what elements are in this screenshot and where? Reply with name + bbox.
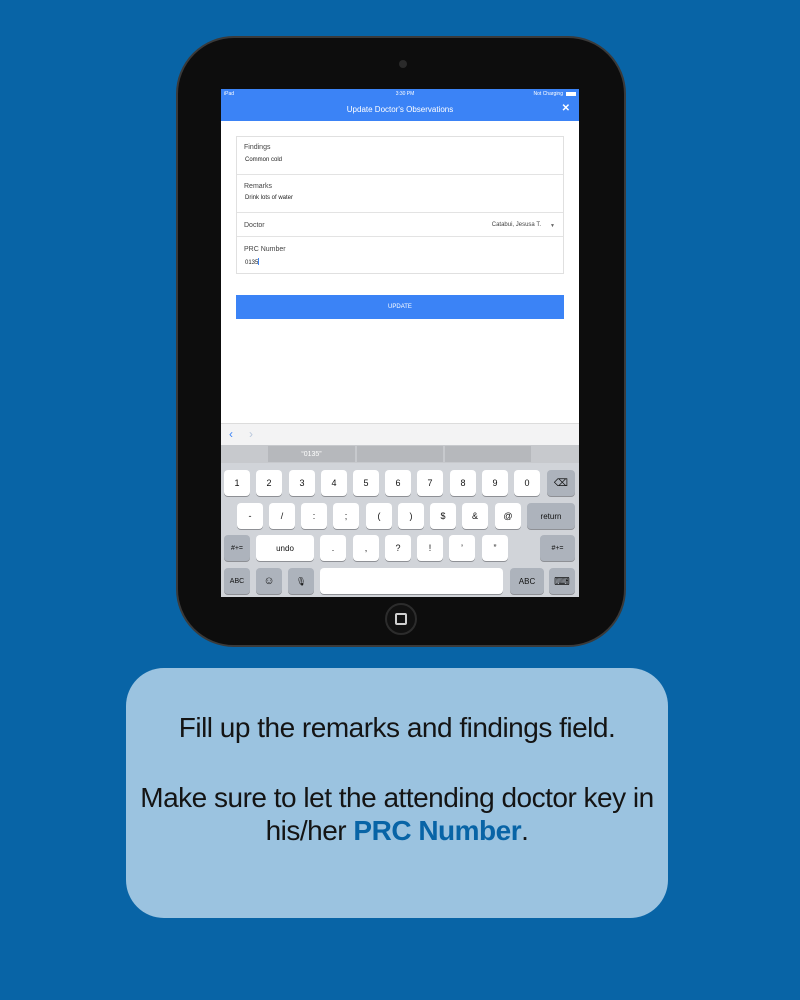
key-ampersand[interactable]: & — [462, 503, 488, 529]
key-9[interactable]: 9 — [482, 470, 508, 496]
status-bar: iPad 3:30 PM Not Charging — [221, 89, 579, 98]
prc-number-label: PRC Number — [244, 246, 286, 253]
suggestion-2[interactable] — [357, 446, 443, 462]
space-bar[interactable] — [320, 568, 503, 594]
key-question[interactable]: ? — [385, 535, 411, 561]
key-period[interactable]: . — [320, 535, 346, 561]
doctor-label: Doctor — [244, 222, 265, 229]
observations-form: Findings Common cold Remarks Drink lots … — [236, 136, 564, 274]
remarks-field[interactable]: Remarks Drink lots of water — [237, 175, 563, 213]
charging-status: Not Charging — [533, 90, 563, 97]
key-1[interactable]: 1 — [224, 470, 250, 496]
key-at[interactable]: @ — [495, 503, 521, 529]
page-title: Update Doctor's Observations — [346, 105, 454, 114]
key-slash[interactable]: / — [269, 503, 295, 529]
instruction-line-1: Fill up the remarks and findings field. — [178, 712, 616, 743]
previous-field-icon[interactable]: ‹ — [229, 427, 233, 441]
keyboard-nav-bar: ‹ › — [221, 423, 579, 445]
text-cursor — [258, 258, 260, 265]
close-icon[interactable]: ✕ — [562, 103, 570, 114]
key-dash[interactable]: - — [237, 503, 263, 529]
chevron-down-icon[interactable]: ▼ — [550, 223, 555, 229]
suggestion-bar: “0135” — [221, 445, 579, 463]
abc-button-right[interactable]: ABC — [510, 568, 544, 594]
abc-button-left[interactable]: ABC — [224, 568, 250, 594]
home-button[interactable] — [385, 603, 417, 635]
microphone-icon[interactable]: 🎙 — [288, 568, 314, 594]
instruction-line-2: Make sure to let the attending doctor ke… — [140, 782, 654, 813]
battery-icon — [566, 91, 576, 96]
camera-icon — [399, 60, 407, 68]
suggestion-1[interactable]: “0135” — [268, 446, 355, 462]
key-3[interactable]: 3 — [289, 470, 315, 496]
app-screen: iPad 3:30 PM Not Charging Update Doctor'… — [221, 89, 579, 597]
key-open-paren[interactable]: ( — [366, 503, 392, 529]
update-button[interactable]: UPDATE — [236, 295, 564, 319]
return-button[interactable]: return — [527, 503, 575, 529]
home-square-icon — [395, 613, 407, 625]
status-time: 3:30 PM — [395, 90, 415, 97]
device-label: iPad — [224, 90, 235, 97]
remarks-label: Remarks — [244, 183, 273, 190]
key-colon[interactable]: : — [301, 503, 327, 529]
instruction-line-3: his/her PRC Number. — [265, 815, 529, 846]
key-quote[interactable]: ” — [482, 535, 508, 561]
key-0[interactable]: 0 — [514, 470, 540, 496]
suggestion-3[interactable] — [445, 446, 531, 462]
key-semicolon[interactable]: ; — [333, 503, 359, 529]
key-exclamation[interactable]: ! — [417, 535, 443, 561]
instruction-card: Fill up the remarks and findings field. … — [126, 668, 668, 918]
key-close-paren[interactable]: ) — [398, 503, 424, 529]
findings-field[interactable]: Findings Common cold — [237, 137, 563, 175]
nav-bar: Update Doctor's Observations ✕ — [221, 98, 579, 121]
doctor-value[interactable]: Catabui, Jesusa T. — [492, 222, 541, 228]
prc-number-field[interactable]: PRC Number 0135 — [237, 237, 563, 274]
key-apostrophe[interactable]: ’ — [449, 535, 475, 561]
findings-label: Findings — [244, 144, 271, 151]
hide-keyboard-icon[interactable]: ⌨ — [549, 568, 575, 594]
keyboard: ‹ › “0135” 1 2 3 4 5 6 7 8 9 0 ⌫ - / : ;… — [221, 423, 579, 597]
delete-icon[interactable]: ⌫ — [547, 470, 575, 496]
key-5[interactable]: 5 — [353, 470, 379, 496]
remarks-input[interactable]: Drink lots of water — [245, 195, 293, 201]
key-6[interactable]: 6 — [385, 470, 411, 496]
key-7[interactable]: 7 — [417, 470, 443, 496]
findings-input[interactable]: Common cold — [245, 157, 282, 163]
doctor-select[interactable]: Doctor Catabui, Jesusa T. ▼ — [237, 213, 563, 237]
prc-number-input[interactable]: 0135 — [245, 258, 260, 266]
undo-button[interactable]: undo — [256, 535, 314, 561]
key-2[interactable]: 2 — [256, 470, 282, 496]
key-dollar[interactable]: $ — [430, 503, 456, 529]
symbols-toggle-right[interactable]: #+= — [540, 535, 575, 561]
prc-number-highlight: PRC Number — [353, 815, 522, 846]
key-8[interactable]: 8 — [450, 470, 476, 496]
ipad-device: iPad 3:30 PM Not Charging Update Doctor'… — [176, 36, 626, 647]
key-comma[interactable]: , — [353, 535, 379, 561]
emoji-icon[interactable]: ☺ — [256, 568, 282, 594]
symbols-toggle-left[interactable]: #+= — [224, 535, 250, 561]
key-4[interactable]: 4 — [321, 470, 347, 496]
next-field-icon[interactable]: › — [249, 427, 253, 441]
